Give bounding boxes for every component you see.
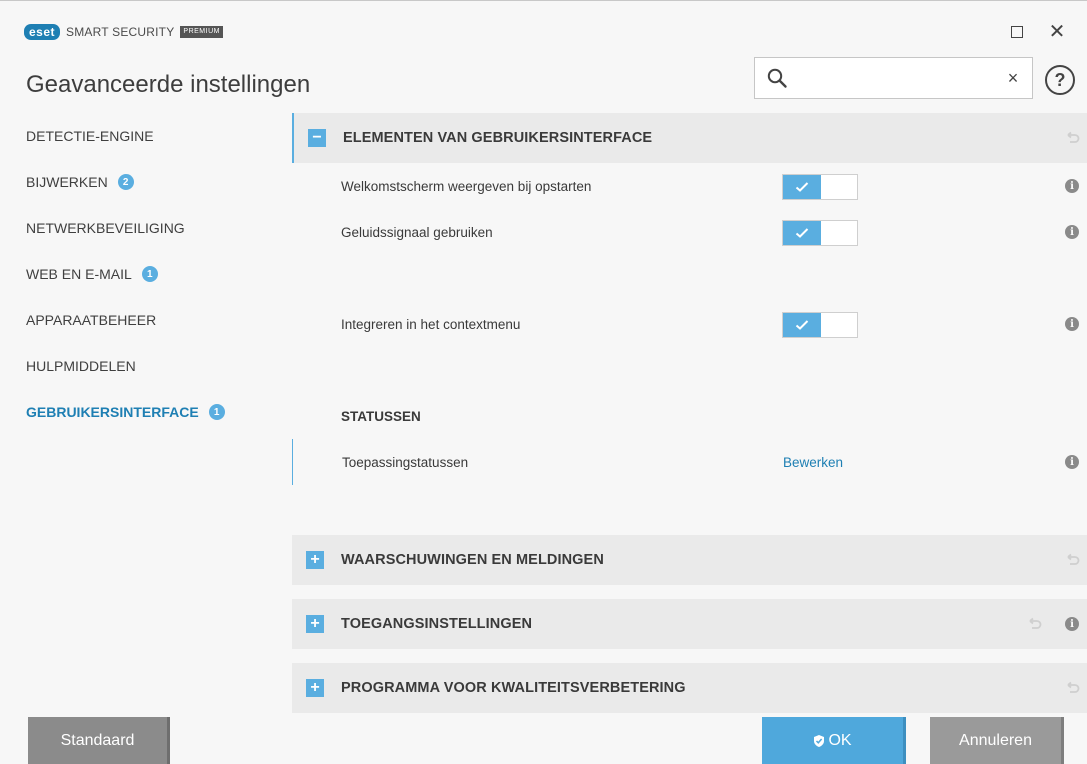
revert-icon[interactable] (1065, 130, 1081, 146)
close-icon: ✕ (1048, 21, 1066, 43)
splash-toggle[interactable] (782, 174, 858, 200)
setting-row-context-menu: Integreren in het contextmenu i (292, 301, 1087, 347)
context-menu-toggle[interactable] (782, 312, 858, 338)
setting-label: Geluidssignaal gebruiken (341, 224, 493, 240)
info-icon[interactable]: i (1065, 225, 1079, 239)
sidebar-item-label: APPARAATBEHEER (26, 312, 157, 328)
check-icon (783, 175, 821, 199)
collapse-icon[interactable]: − (308, 129, 326, 147)
sidebar-item-label: BIJWERKEN (26, 174, 108, 190)
cancel-button-label: Annuleren (959, 732, 1032, 749)
expand-icon[interactable]: + (306, 551, 324, 569)
setting-label: Integreren in het contextmenu (341, 316, 521, 332)
settings-content: − ELEMENTEN VAN GEBRUIKERSINTERFACE Welk… (292, 113, 1087, 713)
revert-icon[interactable] (1065, 552, 1081, 568)
edit-link[interactable]: Bewerken (783, 455, 843, 470)
maximize-icon (1011, 26, 1023, 38)
info-icon[interactable]: i (1065, 455, 1079, 469)
section-title: ELEMENTEN VAN GEBRUIKERSINTERFACE (343, 130, 653, 146)
section-title: WAARSCHUWINGEN EN MELDINGEN (341, 552, 604, 568)
close-button[interactable]: ✕ (1046, 21, 1068, 43)
product-tier: PREMIUM (180, 26, 223, 38)
section-title: TOEGANGSINSTELLINGEN (341, 616, 533, 632)
search-icon (763, 64, 791, 92)
section-header-warnings[interactable]: + WAARSCHUWINGEN EN MELDINGEN (292, 535, 1087, 585)
info-icon[interactable]: i (1065, 617, 1079, 631)
page-title: Geavanceerde instellingen (26, 71, 311, 98)
ok-button[interactable]: OK (762, 717, 906, 764)
sidebar: DETECTIE-ENGINE BIJWERKEN 2 NETWERKBEVEI… (0, 113, 280, 435)
default-button[interactable]: Standaard (28, 717, 170, 764)
help-button[interactable]: ? (1045, 65, 1075, 95)
check-icon (783, 313, 821, 337)
check-icon (783, 221, 821, 245)
sidebar-item-detectie-engine[interactable]: DETECTIE-ENGINE (0, 113, 280, 159)
notification-badge: 1 (141, 266, 158, 282)
expand-icon[interactable]: + (306, 679, 324, 697)
ok-button-label: OK (828, 732, 852, 749)
section-header-ui-elements[interactable]: − ELEMENTEN VAN GEBRUIKERSINTERFACE (292, 113, 1087, 163)
setting-label: Toepassingstatussen (342, 454, 469, 470)
search-clear-button[interactable]: × (1000, 68, 1026, 89)
sub-heading: STATUSSEN (341, 408, 421, 424)
sidebar-item-bijwerken[interactable]: BIJWERKEN 2 (0, 159, 280, 205)
revert-icon[interactable] (1065, 680, 1081, 696)
sound-toggle[interactable] (782, 220, 858, 246)
search-box[interactable]: × (754, 57, 1033, 99)
info-icon[interactable]: i (1065, 317, 1079, 331)
eset-logo: eset (24, 24, 61, 40)
sidebar-item-label: HULPMIDDELEN (26, 358, 136, 374)
shield-icon (813, 734, 825, 748)
sidebar-item-label: WEB EN E-MAIL (26, 266, 132, 282)
title-bar: eset SMART SECURITY PREMIUM ✕ (0, 1, 1087, 57)
product-name: SMART SECURITY (66, 25, 175, 39)
sidebar-item-gebruikersinterface[interactable]: GEBRUIKERSINTERFACE 1 (0, 389, 280, 435)
section-header-access[interactable]: + TOEGANGSINSTELLINGEN i (292, 599, 1087, 649)
notification-badge: 1 (208, 404, 225, 420)
setting-row-app-statuses: Toepassingstatussen Bewerken i (292, 439, 1087, 485)
notification-badge: 2 (117, 174, 134, 190)
revert-icon[interactable] (1027, 616, 1043, 632)
sidebar-item-apparaatbeheer[interactable]: APPARAATBEHEER (0, 297, 280, 343)
statuses-heading-row: STATUSSEN (292, 393, 1087, 439)
cancel-button[interactable]: Annuleren (930, 717, 1064, 764)
section-title: PROGRAMMA VOOR KWALITEITSVERBETERING (341, 680, 686, 696)
default-button-label: Standaard (60, 732, 135, 749)
setting-row-splash: Welkomstscherm weergeven bij opstarten i (292, 163, 1087, 209)
section-header-quality[interactable]: + PROGRAMMA VOOR KWALITEITSVERBETERING (292, 663, 1087, 713)
sidebar-item-label: DETECTIE-ENGINE (26, 128, 154, 144)
setting-label: Welkomstscherm weergeven bij opstarten (341, 178, 592, 194)
sidebar-item-netwerkbeveiliging[interactable]: NETWERKBEVEILIGING (0, 205, 280, 251)
sidebar-item-web-en-email[interactable]: WEB EN E-MAIL 1 (0, 251, 280, 297)
settings-window: eset SMART SECURITY PREMIUM ✕ Geavanceer… (0, 0, 1087, 764)
setting-row-sound: Geluidssignaal gebruiken i (292, 209, 1087, 255)
maximize-button[interactable] (1006, 21, 1028, 43)
info-icon[interactable]: i (1065, 179, 1079, 193)
sidebar-item-hulpmiddelen[interactable]: HULPMIDDELEN (0, 343, 280, 389)
search-input[interactable] (791, 60, 1000, 96)
app-logo: eset SMART SECURITY PREMIUM (24, 24, 223, 40)
sidebar-item-label: GEBRUIKERSINTERFACE (26, 404, 199, 420)
sidebar-item-label: NETWERKBEVEILIGING (26, 220, 185, 236)
expand-icon[interactable]: + (306, 615, 324, 633)
